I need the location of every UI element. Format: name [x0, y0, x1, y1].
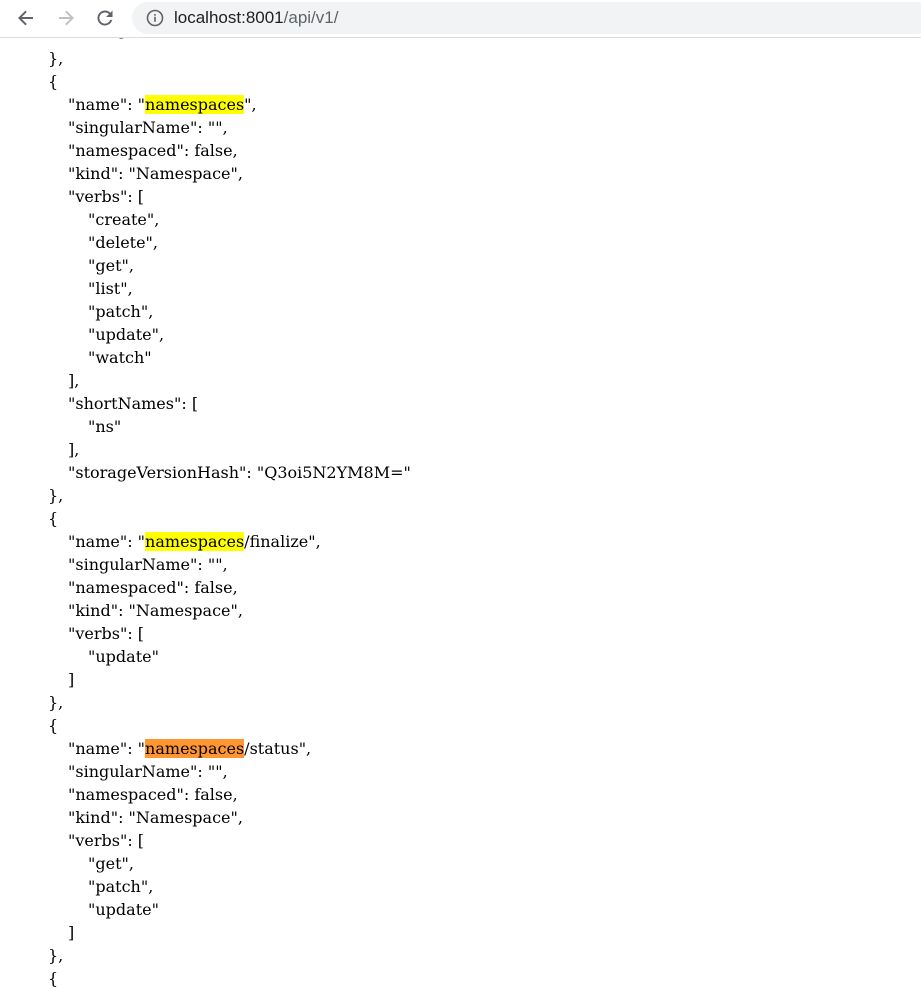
active-find-match-highlight: namespaces: [145, 739, 245, 758]
json-line: ]: [68, 923, 75, 942]
json-line: "name": "namespaces/status",: [68, 739, 312, 758]
forward-arrow-icon: [59, 10, 74, 26]
json-line: "delete",: [88, 233, 158, 252]
json-line: "get",: [88, 854, 134, 873]
json-line: "namespaced": false,: [68, 141, 238, 160]
json-line: {: [48, 716, 59, 735]
json-line: "update": [88, 647, 159, 666]
reload-icon: [97, 10, 113, 26]
json-line: },: [48, 693, 64, 712]
json-line: "update",: [88, 325, 165, 344]
json-line: "kind": "Namespace",: [68, 601, 243, 620]
reload-button[interactable]: [91, 4, 119, 32]
json-line: "kind": "Namespace",: [68, 164, 243, 183]
json-line: {: [48, 72, 59, 91]
json-line: "singularName": "",: [68, 762, 228, 781]
json-line: ],: [68, 440, 80, 459]
json-line: "storageVersionHash": "Q3oi5N2YM8M=": [68, 463, 411, 482]
json-line: "verbs": [: [68, 831, 145, 850]
json-line: "verbs": [: [68, 624, 145, 643]
json-line: "ns": [88, 417, 122, 436]
url-path: /api/v1/: [283, 8, 339, 27]
json-line: },: [48, 49, 64, 68]
back-button[interactable]: [12, 4, 40, 32]
json-line: "list",: [88, 279, 133, 298]
url-host: localhost:8001: [174, 8, 284, 27]
back-arrow-icon: [18, 10, 33, 26]
json-line: "create",: [88, 210, 160, 229]
json-line: ]: [68, 670, 75, 689]
find-match-highlight: namespaces: [145, 95, 245, 114]
json-line: "singularName": "",: [68, 118, 228, 137]
browser-toolbar: localhost:8001/api/v1/: [0, 0, 921, 38]
json-line: "verbs": [: [68, 187, 145, 206]
address-bar[interactable]: localhost:8001/api/v1/: [132, 2, 921, 34]
json-line: {: [48, 969, 59, 988]
json-line: "kind": "Namespace",: [68, 808, 243, 827]
json-line: "singularName": "",: [68, 555, 228, 574]
json-line: "name": "namespaces",: [68, 95, 257, 114]
json-line: "get",: [88, 256, 134, 275]
json-line: },: [48, 946, 64, 965]
json-line: "patch",: [88, 302, 154, 321]
info-icon[interactable]: [146, 9, 164, 27]
json-viewer: "storageVersionHash": "z1xxx==" }, { "na…: [0, 28, 921, 988]
forward-button[interactable]: [52, 4, 80, 32]
json-line: "shortNames": [: [68, 394, 199, 413]
json-line: "patch",: [88, 877, 154, 896]
json-line: "name": "namespaces/finalize",: [68, 532, 321, 551]
json-line: {: [48, 509, 59, 528]
json-line: "update": [88, 900, 159, 919]
url-text[interactable]: localhost:8001/api/v1/: [174, 8, 338, 28]
json-line: "watch": [88, 348, 152, 367]
json-line: },: [48, 486, 64, 505]
json-line: ],: [68, 371, 80, 390]
find-match-highlight: namespaces: [145, 532, 245, 551]
json-line: "namespaced": false,: [68, 578, 238, 597]
json-line: "namespaced": false,: [68, 785, 238, 804]
